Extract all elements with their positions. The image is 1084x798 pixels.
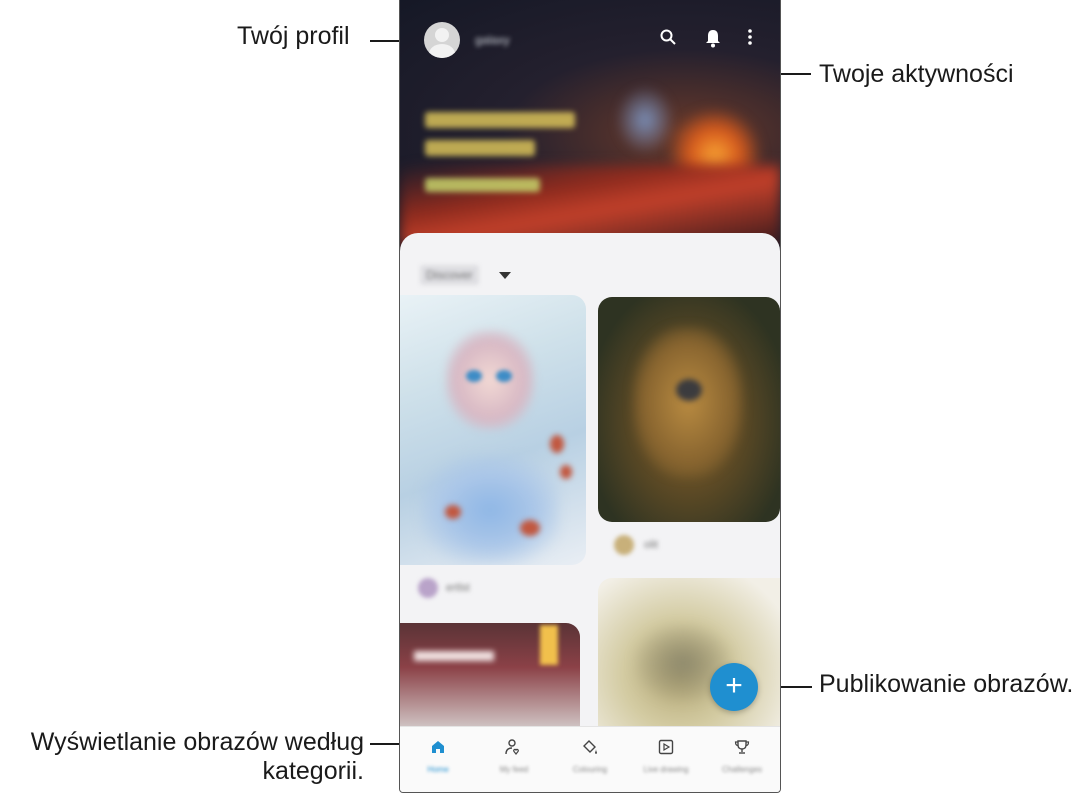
card-username: olit — [644, 539, 659, 551]
nav-label: Live drawing — [643, 765, 689, 774]
artwork-dress — [420, 455, 560, 565]
search-icon[interactable] — [656, 28, 680, 52]
add-post-button[interactable]: + — [710, 663, 758, 711]
artwork-leaf — [445, 505, 461, 519]
nav-item-home[interactable]: Home — [400, 727, 476, 792]
chevron-down-icon[interactable] — [499, 272, 511, 279]
trophy-icon — [704, 739, 780, 759]
artwork-bear-nose — [676, 379, 702, 401]
artwork-leaf — [560, 465, 572, 479]
banner-promo-line-1 — [425, 112, 575, 128]
nav-label: Home — [427, 765, 449, 774]
nav-label: Colouring — [572, 765, 608, 774]
home-icon — [400, 739, 476, 759]
nav-label: Challenges — [721, 765, 763, 774]
artwork-eye — [466, 370, 482, 382]
artwork-card[interactable] — [400, 623, 580, 733]
nav-item-challenges[interactable]: Challenges — [704, 727, 780, 792]
callout-categories-line1: Wyświetlanie obrazów według — [30, 728, 364, 756]
callout-categories: Wyświetlanie obrazów według kategorii. — [6, 728, 364, 786]
play-box-icon — [628, 739, 704, 759]
nav-item-colouring[interactable]: Colouring — [552, 727, 628, 792]
artwork-card[interactable] — [598, 578, 780, 738]
profile-heart-icon — [476, 739, 552, 759]
artwork-caption — [414, 651, 494, 661]
callout-publish: Publikowanie obrazów. — [819, 670, 1074, 698]
avatar-head-shape — [435, 28, 449, 42]
sort-dropdown[interactable]: Discover — [420, 265, 479, 285]
artwork-leaf — [550, 435, 564, 453]
artwork-leaf — [520, 520, 540, 536]
paint-bucket-icon — [552, 739, 628, 759]
banner-promo-line-2 — [425, 140, 535, 156]
artwork-face — [445, 330, 535, 430]
bottom-nav: Home My feed Colouring Live drawing Chal… — [400, 726, 780, 792]
nav-item-live-drawing[interactable]: Live drawing — [628, 727, 704, 792]
nav-label: My feed — [499, 765, 529, 774]
avatar[interactable] — [614, 535, 634, 555]
banner-figure — [615, 85, 675, 155]
callout-activities: Twoje aktywności — [819, 60, 1014, 88]
username: galaxy — [475, 33, 510, 47]
artwork-card[interactable] — [400, 295, 586, 565]
callout-categories-line2: kategorii. — [262, 756, 364, 785]
banner-promo-button — [425, 178, 540, 192]
nav-item-my-feed[interactable]: My feed — [476, 727, 552, 792]
artwork-eye — [496, 370, 512, 382]
avatar-body-shape — [429, 44, 455, 58]
bookmark-icon — [540, 625, 558, 665]
more-vert-icon[interactable] — [738, 28, 762, 52]
artwork-bear — [633, 327, 743, 477]
avatar[interactable] — [424, 22, 460, 58]
bell-icon[interactable] — [701, 28, 725, 52]
avatar[interactable] — [418, 578, 438, 598]
artwork-card[interactable] — [598, 297, 780, 522]
callout-profile: Twój profil — [237, 22, 350, 50]
feed-sheet: Discover ertlst olit + Home My feed Colo… — [400, 233, 780, 792]
top-app-bar: galaxy — [400, 0, 780, 80]
card-username: ertlst — [446, 582, 470, 594]
phone-screen: galaxy Discover ertlst olit + Home My fe… — [399, 0, 781, 793]
